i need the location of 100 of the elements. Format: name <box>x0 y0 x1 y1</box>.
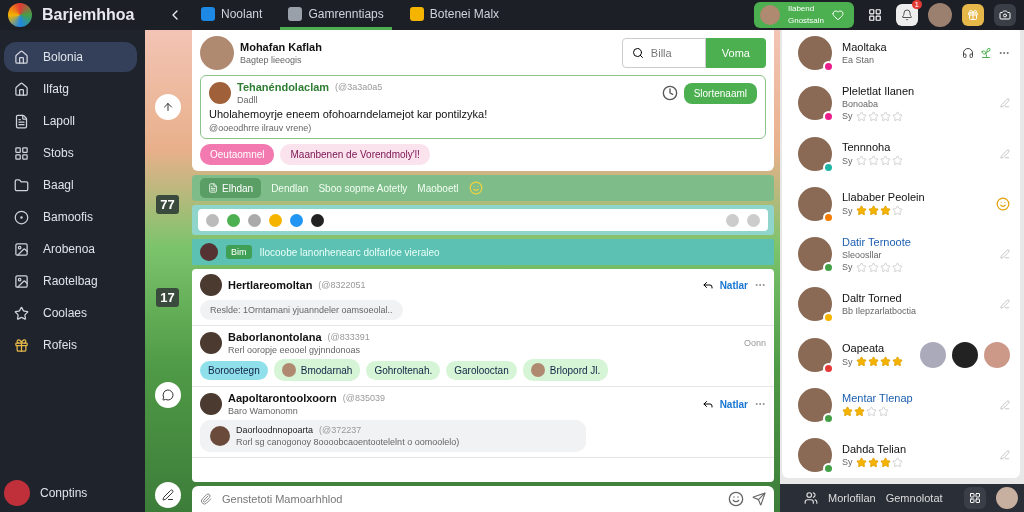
sidebar-item[interactable]: Baagl <box>4 170 137 200</box>
avatar <box>984 341 1010 368</box>
bell-icon <box>901 9 913 21</box>
contact-name: Llababer Peolein <box>842 191 926 204</box>
post-link[interactable]: Natlar <box>719 279 748 291</box>
eye-icon[interactable] <box>726 213 739 227</box>
send-icon[interactable] <box>752 492 766 506</box>
star-icon <box>855 155 867 166</box>
reply-icon[interactable] <box>701 279 714 291</box>
chip[interactable]: Bmodarnah <box>273 359 361 381</box>
sidebar-item[interactable]: Stobs <box>4 138 137 168</box>
profile-subtitle: Bagtep lieeogis <box>240 55 303 65</box>
star-icon <box>891 155 903 166</box>
rating-label: Sy <box>842 111 853 122</box>
contact-name: Oapeata <box>842 342 886 354</box>
contact-name: Daltr Torned <box>842 292 903 305</box>
scene-badge: 77 <box>156 194 179 214</box>
chip[interactable]: Brlopord Jl. <box>522 359 609 381</box>
camera-icon[interactable] <box>994 4 1016 26</box>
emoji-icon <box>996 196 1010 211</box>
emoji-icon[interactable] <box>728 491 744 507</box>
clock-icon[interactable] <box>661 85 678 101</box>
arrow-up-icon <box>161 101 174 113</box>
post-link[interactable]: Natlar <box>719 398 748 410</box>
contact-item[interactable]: Llababer Peolein Sy <box>782 184 1020 223</box>
sprout-icon[interactable] <box>980 47 992 59</box>
pen-icon <box>161 489 174 501</box>
star-icon <box>867 155 879 166</box>
author-handle: (@3a3a0a5 <box>335 82 383 92</box>
star-icon <box>891 456 903 468</box>
contact-item[interactable]: Mentar Tlenap <box>782 385 1020 424</box>
star-icon <box>878 406 889 418</box>
tab-icon <box>288 6 303 21</box>
avatar[interactable] <box>4 480 30 506</box>
play-icon[interactable] <box>747 213 760 227</box>
sidebar-item[interactable]: Bolonia <box>4 42 137 72</box>
sidebar-icon <box>14 177 29 193</box>
reply-icon[interactable] <box>701 398 714 410</box>
author-handle: (@372237 <box>319 425 362 435</box>
sidebar-icon <box>14 241 29 257</box>
sidebar-item[interactable]: Ilfatg <box>4 74 137 104</box>
contact-item[interactable]: Tennnoha Sy <box>782 134 1020 173</box>
heart-icon <box>832 9 844 21</box>
sidebar-icon <box>14 209 29 225</box>
sidebar-item[interactable]: Rofeis <box>4 330 137 360</box>
contact-item[interactable]: Maoltaka Ea Stan <box>782 34 1020 72</box>
sidebar-item[interactable]: Coolaes <box>4 298 137 328</box>
reaction-icon[interactable] <box>311 213 324 227</box>
contact-item[interactable]: Oapeata Sy <box>782 335 1020 374</box>
author-name: Aapoltarontoolxoorn <box>228 392 337 404</box>
tab[interactable]: Noolant <box>193 0 271 30</box>
mention-text: @ooeodhrre ilrauv vrene) <box>209 123 313 133</box>
notification-badge: 1 <box>911 0 922 9</box>
search-field[interactable]: Billa <box>621 38 706 68</box>
chip[interactable]: Borooetegn <box>200 360 268 380</box>
star-icon <box>891 110 903 122</box>
contact-subtitle: Bonoaba <box>842 98 880 109</box>
contact-item[interactable]: Datir Ternoote Sleoosllar Sy <box>782 235 1020 273</box>
rating-label: Sy <box>842 262 853 272</box>
post-composer[interactable]: Tehanéndolaclam (@3a3a0a5 Dadll Slortenaaml Uholahemoyrje eneem ofohoarndelamejot kar pontilzyka! @ooeodhrre ilrauv vrene) <box>200 75 766 139</box>
sidebar-item[interactable]: Bamoofis <box>4 202 137 232</box>
star-icon <box>855 261 867 273</box>
contact-item[interactable]: Dahda Telian Sy <box>782 436 1020 474</box>
sidebar-item[interactable]: Arobenoa <box>4 234 137 264</box>
up-button[interactable] <box>154 94 181 120</box>
chip[interactable]: Gohroltenah. <box>366 360 441 380</box>
post-subtitle: Baro Wamonomn <box>228 406 299 416</box>
profile-name: Mohafan Kaflah <box>240 41 323 53</box>
sidebar-icon <box>14 81 29 97</box>
star-icon <box>866 406 877 418</box>
star-icon <box>879 356 891 367</box>
author-name: Hertlareomoltan <box>228 279 313 291</box>
apps-icon[interactable] <box>964 487 986 509</box>
star-icon <box>854 406 865 418</box>
contact-item[interactable]: Daltr Torned Bb Ilepzarlatboctia <box>782 285 1020 324</box>
avatar[interactable] <box>996 487 1018 509</box>
star-icon <box>879 205 891 217</box>
pen-button[interactable] <box>154 482 181 508</box>
avatar <box>952 341 978 368</box>
avatar[interactable] <box>928 3 952 27</box>
paperclip-icon[interactable] <box>200 493 212 505</box>
star-icon <box>891 261 903 273</box>
tag[interactable]: Maanbenen de Vorendmoly'l! <box>280 144 430 165</box>
chip[interactable]: Garolooctan <box>446 360 517 380</box>
tab[interactable]: Botenei Malx <box>401 0 508 30</box>
message-field[interactable]: Genstetoti Mamoarhhlod <box>192 486 774 512</box>
banner-text: Ilocoobe lanonhenearc dolfarloe vieraleo <box>259 246 440 258</box>
sidebar-item[interactable]: Raotelbag <box>4 266 137 296</box>
star-icon <box>867 261 879 273</box>
contact-name: Pleletlat Ilanen <box>842 84 916 97</box>
users-icon <box>804 491 818 505</box>
chat-button[interactable] <box>154 381 181 408</box>
user-name: Morlofilan <box>828 492 876 504</box>
contact-name: Dahda Telian <box>842 442 907 455</box>
emoji-icon <box>468 181 483 195</box>
comment-bubble: Reslde: 1Orntamani yjuanndeler oamsoeolal.. <box>200 300 403 320</box>
headset-icon[interactable] <box>962 47 974 59</box>
sidebar-item[interactable]: Lapoll <box>4 106 137 136</box>
gift-icon[interactable] <box>962 4 984 26</box>
contact-item[interactable]: Pleletlat Ilanen Bonoaba Sy <box>782 84 1020 123</box>
